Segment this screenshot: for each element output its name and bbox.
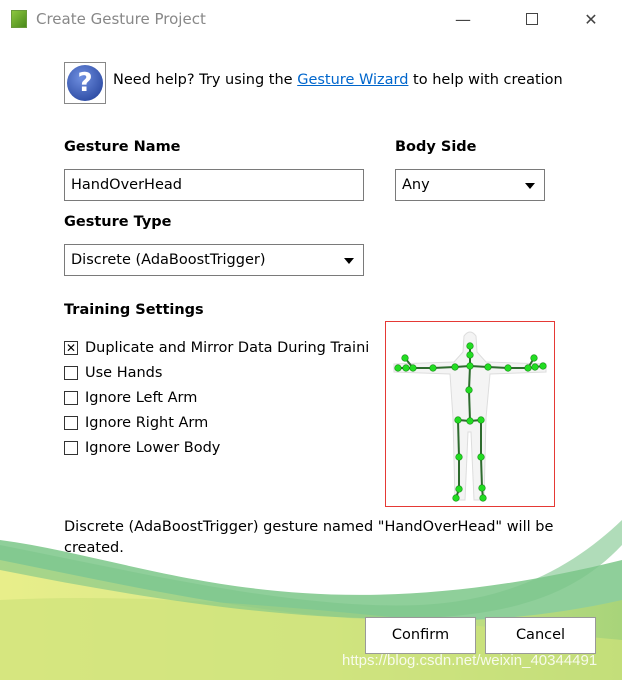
skeleton-joint [484, 363, 492, 371]
skeleton-joint [477, 453, 485, 461]
skeleton-joint [454, 416, 462, 424]
skeleton-joint [394, 364, 402, 372]
maximize-icon [526, 13, 538, 25]
checkbox-ignore-lower-body[interactable]: Ignore Lower Body [64, 440, 220, 456]
skeleton-joint [530, 354, 538, 362]
gesture-app-icon [11, 10, 27, 28]
skeleton-joint [504, 364, 512, 372]
skeleton-bone [457, 419, 460, 458]
body-side-label: Body Side [395, 139, 477, 155]
gesture-type-label: Gesture Type [64, 214, 172, 230]
skeleton-joint [466, 351, 474, 359]
skeleton-joint [477, 416, 485, 424]
watermark: https://blog.csdn.net/weixin_40344491 [342, 652, 598, 669]
skeleton-joint [401, 354, 409, 362]
checkbox-icon [64, 391, 78, 405]
checkbox-use-hands[interactable]: Use Hands [64, 365, 162, 381]
gesture-type-select[interactable]: Discrete (AdaBoostTrigger) [64, 244, 364, 276]
gesture-name-label: Gesture Name [64, 139, 181, 155]
skeleton-joint [409, 364, 417, 372]
gesture-wizard-link[interactable]: Gesture Wizard [297, 72, 408, 88]
skeleton-joint [452, 494, 460, 502]
gesture-name-input[interactable]: HandOverHead [64, 169, 364, 201]
skeleton-joint [479, 494, 487, 502]
skeleton-preview [385, 321, 555, 507]
checkbox-duplicate-mirror[interactable]: ✕ Duplicate and Mirror Data During Traini [64, 340, 374, 356]
skeleton-joint [531, 363, 539, 371]
window-title: Create Gesture Project [36, 10, 206, 28]
skeleton-joint [466, 417, 474, 425]
skeleton-joint [451, 363, 459, 371]
skeleton-joint [465, 386, 473, 394]
skeleton-bone [468, 365, 471, 391]
skeleton-joint [478, 484, 486, 492]
minimize-icon: — [455, 9, 471, 29]
skeleton-bone [468, 389, 471, 422]
close-button[interactable]: ✕ [568, 4, 614, 34]
checkbox-icon [64, 366, 78, 380]
close-icon: ✕ [584, 9, 598, 29]
checkbox-icon [64, 441, 78, 455]
question-icon: ? [64, 62, 106, 104]
skeleton-joint [455, 485, 463, 493]
summary-text: Discrete (AdaBoostTrigger) gesture named… [64, 519, 554, 556]
training-settings-label: Training Settings [64, 302, 204, 318]
skeleton-joint [455, 453, 463, 461]
help-text: Need help? Try using the Gesture Wizard … [113, 72, 563, 88]
chevron-down-icon [344, 258, 354, 264]
title-bar: Create Gesture Project — ✕ [0, 0, 622, 38]
skeleton-joint [402, 364, 410, 372]
skeleton-joint [429, 364, 437, 372]
skeleton-joint [466, 342, 474, 350]
skeleton-joint [466, 362, 474, 370]
confirm-button[interactable]: Confirm [365, 617, 476, 654]
maximize-button[interactable] [509, 4, 555, 34]
skeleton-bone [480, 456, 483, 489]
checkbox-icon [64, 416, 78, 430]
checkbox-ignore-left-arm[interactable]: Ignore Left Arm [64, 390, 197, 406]
skeleton-joint [539, 362, 547, 370]
body-side-select[interactable]: Any [395, 169, 545, 201]
skeleton-joint [524, 364, 532, 372]
checkbox-checked-icon: ✕ [64, 341, 78, 355]
chevron-down-icon [525, 183, 535, 189]
checkbox-ignore-right-arm[interactable]: Ignore Right Arm [64, 415, 208, 431]
minimize-button[interactable]: — [440, 4, 486, 34]
cancel-button[interactable]: Cancel [485, 617, 596, 654]
